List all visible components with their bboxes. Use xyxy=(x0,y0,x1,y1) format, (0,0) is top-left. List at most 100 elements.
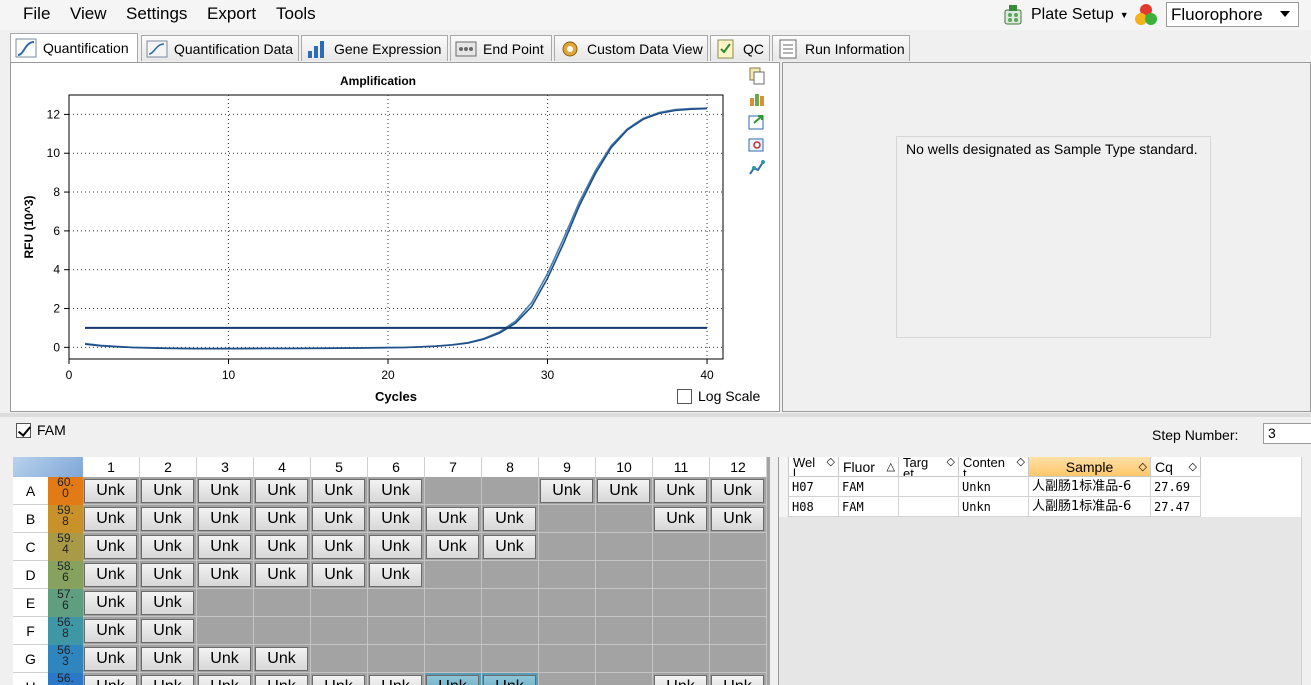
cell-content[interactable]: Unkn xyxy=(959,477,1029,497)
well-sample-type[interactable]: Unk xyxy=(84,675,137,685)
menu-view[interactable]: View xyxy=(70,4,107,26)
well-sample-type[interactable]: Unk xyxy=(84,479,137,503)
menu-export[interactable]: Export xyxy=(207,4,256,26)
row-header[interactable]: F xyxy=(13,617,48,645)
well-sample-type[interactable]: Unk xyxy=(84,619,137,643)
tab-qc[interactable]: QC xyxy=(710,35,770,61)
sort-ascending-icon[interactable]: △ xyxy=(887,457,895,476)
well-sample-type[interactable]: Unk xyxy=(198,647,251,671)
well-sample-type[interactable]: Unk xyxy=(84,591,137,615)
plate-well[interactable] xyxy=(368,645,425,673)
column-header[interactable]: 11 xyxy=(653,457,710,477)
plate-well[interactable]: Unk xyxy=(482,673,539,685)
well-sample-type[interactable]: Unk xyxy=(255,535,308,559)
plate-well[interactable] xyxy=(710,533,767,561)
menu-file[interactable]: File xyxy=(23,4,50,26)
plate-well[interactable]: Unk xyxy=(254,477,311,505)
plate-well[interactable] xyxy=(596,505,653,533)
well-sample-type[interactable]: Unk xyxy=(255,563,308,587)
well-sample-type[interactable]: Unk xyxy=(141,675,194,685)
plate-well[interactable]: Unk xyxy=(368,477,425,505)
column-header[interactable]: 10 xyxy=(596,457,653,477)
plate-well[interactable] xyxy=(596,533,653,561)
well-sample-type[interactable]: Unk xyxy=(141,479,194,503)
plate-well[interactable] xyxy=(710,617,767,645)
plate-well[interactable] xyxy=(539,505,596,533)
plate-well[interactable] xyxy=(653,561,710,589)
plate-well[interactable] xyxy=(425,645,482,673)
well-sample-type[interactable]: Unk xyxy=(312,507,365,531)
trace-style-icon[interactable] xyxy=(748,159,766,177)
plate-well[interactable]: Unk xyxy=(311,533,368,561)
plate-well[interactable] xyxy=(710,561,767,589)
fluorophore-select[interactable]: Fluorophore xyxy=(1166,2,1299,27)
row-header[interactable]: B xyxy=(13,505,48,533)
plate-well[interactable] xyxy=(710,645,767,673)
copy-icon[interactable] xyxy=(748,67,766,85)
plate-well[interactable] xyxy=(368,589,425,617)
plate-well[interactable] xyxy=(539,561,596,589)
plate-well[interactable]: Unk xyxy=(140,477,197,505)
plate-well[interactable] xyxy=(596,561,653,589)
column-header[interactable]: 8 xyxy=(482,457,539,477)
plate-well[interactable]: Unk xyxy=(368,561,425,589)
plate-well[interactable]: Unk xyxy=(710,673,767,685)
plate-well[interactable]: Unk xyxy=(254,673,311,685)
sort-icon[interactable]: ◇ xyxy=(827,457,835,468)
cell-sample[interactable]: 人副肠1标准品-6 xyxy=(1029,477,1151,497)
plate-well[interactable]: Unk xyxy=(140,533,197,561)
plate-well[interactable] xyxy=(197,617,254,645)
plate-well[interactable]: Unk xyxy=(197,561,254,589)
well-sample-type[interactable]: Unk xyxy=(312,563,365,587)
plate-well[interactable]: Unk xyxy=(311,561,368,589)
well-sample-type[interactable]: Unk xyxy=(483,535,536,559)
row-header[interactable]: E xyxy=(13,589,48,617)
plate-well[interactable]: Unk xyxy=(140,561,197,589)
well-sample-type[interactable]: Unk xyxy=(84,647,137,671)
well-sample-type[interactable]: Unk xyxy=(84,507,137,531)
well-sample-type[interactable]: Unk xyxy=(255,647,308,671)
plate-well[interactable]: Unk xyxy=(425,673,482,685)
well-sample-type[interactable]: Unk xyxy=(255,675,308,685)
well-sample-type[interactable]: Unk xyxy=(711,507,764,531)
plate-well[interactable]: Unk xyxy=(83,673,140,685)
plate-setup-button[interactable]: Plate Setup ▼ xyxy=(1003,2,1129,28)
plate-well[interactable]: Unk xyxy=(482,533,539,561)
tab-end-point[interactable]: End Point xyxy=(450,35,552,61)
plate-well[interactable]: Unk xyxy=(482,505,539,533)
well-sample-type[interactable]: Unk xyxy=(84,535,137,559)
row-header[interactable]: D xyxy=(13,561,48,589)
cell-sample[interactable]: 人副肠1标准品-6 xyxy=(1029,497,1151,517)
plate-well[interactable] xyxy=(539,589,596,617)
plate-well[interactable] xyxy=(596,673,653,685)
well-sample-type[interactable]: Unk xyxy=(255,479,308,503)
plate-well[interactable]: Unk xyxy=(83,589,140,617)
plate-well[interactable] xyxy=(539,673,596,685)
column-header-well[interactable]: Wel l ◇ xyxy=(789,457,839,477)
row-header[interactable]: H xyxy=(13,673,48,685)
plate-well[interactable] xyxy=(539,617,596,645)
well-sample-type[interactable]: Unk xyxy=(654,479,707,503)
tab-run-information[interactable]: Run Information xyxy=(772,35,910,61)
chart-options-icon[interactable] xyxy=(748,90,766,108)
well-sample-type[interactable]: Unk xyxy=(198,563,251,587)
plate-well[interactable] xyxy=(311,645,368,673)
plate-well[interactable] xyxy=(539,645,596,673)
plate-well[interactable]: Unk xyxy=(197,505,254,533)
plate-well[interactable]: Unk xyxy=(311,673,368,685)
plate-well[interactable] xyxy=(368,617,425,645)
plate-well[interactable]: Unk xyxy=(140,505,197,533)
well-sample-type[interactable]: Unk xyxy=(198,479,251,503)
well-sample-type[interactable]: Unk xyxy=(141,563,194,587)
well-sample-type[interactable]: Unk xyxy=(597,479,650,503)
cell-fluor[interactable]: FAM xyxy=(839,497,899,517)
well-sample-type[interactable]: Unk xyxy=(711,675,764,685)
column-header[interactable]: 1 xyxy=(83,457,140,477)
menu-settings[interactable]: Settings xyxy=(126,4,187,26)
well-sample-type[interactable]: Unk xyxy=(483,507,536,531)
plate-well[interactable]: Unk xyxy=(197,477,254,505)
plate-well[interactable] xyxy=(482,589,539,617)
fam-checkbox[interactable] xyxy=(16,422,31,438)
plate-well[interactable]: Unk xyxy=(653,505,710,533)
plate-well[interactable] xyxy=(653,589,710,617)
